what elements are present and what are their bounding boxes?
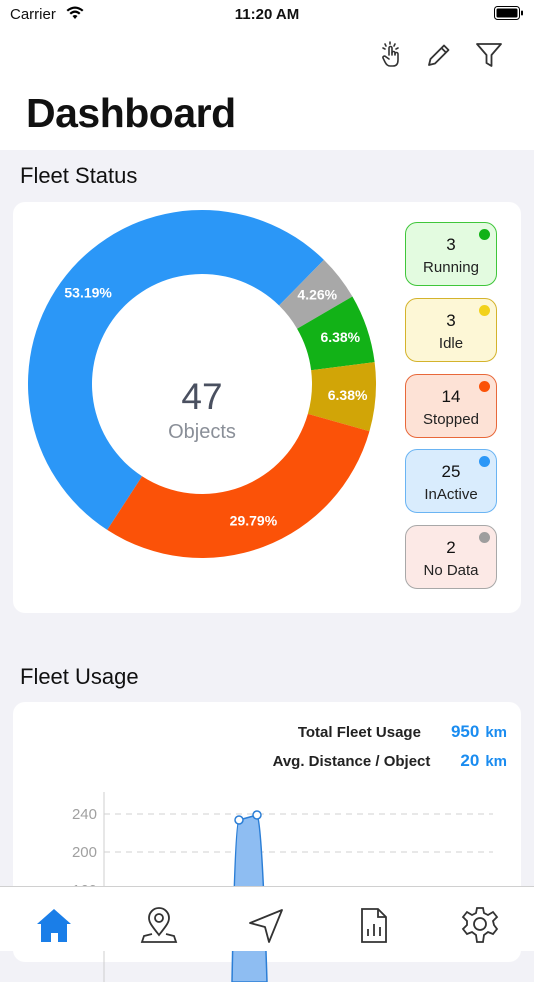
slice-label-idle: 6.38% [328,387,368,403]
settings-icon[interactable] [460,905,500,945]
avg-distance-unit: km [485,753,507,770]
clock-time: 11:20 AM [234,6,300,23]
usage-point [252,810,262,820]
center-label: Objects [168,421,236,443]
legend-inactive[interactable]: 25 InActive [405,449,497,513]
total-fleet-usage-unit: km [485,724,507,741]
slice-label-inactive: 53.19% [64,285,112,301]
center-count: 47 [181,376,222,417]
fleet-status-donut-chart[interactable]: 53.19% 4.26% 6.38% 6.38% 29.79% 47 Objects [13,202,393,613]
total-fleet-usage-row: Total Fleet Usage 950 km [298,722,507,742]
usage-point [234,815,244,825]
stopped-label: Stopped [423,411,479,428]
avg-distance-row: Avg. Distance / Object 20 km [273,751,507,771]
total-fleet-usage-label: Total Fleet Usage [297,724,421,741]
legend-idle[interactable]: 3 Idle [405,298,497,362]
stopped-dot-icon [479,381,490,392]
idle-label: Idle [438,335,464,352]
running-label: Running [423,259,479,276]
home-icon[interactable] [34,905,74,945]
legend-running[interactable]: 3 Running [405,222,497,286]
battery-icon [494,6,523,20]
slice-label-stopped: 29.79% [230,513,278,529]
pencil-icon[interactable] [424,40,454,70]
donut-slice-stopped[interactable] [107,413,370,558]
tap-gesture-icon[interactable] [376,40,406,70]
legend-no-data[interactable]: 2 No Data [405,525,497,589]
running-dot-icon [479,229,490,240]
legend-stopped[interactable]: 14 Stopped [405,374,497,438]
no-data-dot-icon [479,532,490,543]
avg-distance-label: Avg. Distance / Object [272,753,431,770]
avg-distance-value: 20 [460,751,480,770]
no-data-label: No Data [423,562,479,579]
status-bar: Carrier 11:20 AM [0,0,534,30]
fleet-status-card: 53.19% 4.26% 6.38% 6.38% 29.79% 47 Objects 3… [13,202,521,613]
report-icon[interactable] [354,905,394,945]
page-title: Dashboard [26,90,236,136]
tab-bar [0,886,534,951]
y-tick-200: 200 [72,844,97,861]
idle-dot-icon [479,305,490,316]
navigation-arrow-icon[interactable] [246,905,286,945]
slice-label-no-data: 4.26% [297,286,337,302]
inactive-dot-icon [479,456,490,467]
total-fleet-usage-value: 950 [450,722,480,741]
fleet-usage-title: Fleet Usage [20,664,139,689]
header: Dashboard [0,30,534,150]
y-tick-240: 240 [72,806,97,823]
slice-label-running: 6.38% [320,329,360,345]
fleet-status-title: Fleet Status [20,163,138,188]
inactive-label: InActive [424,486,478,503]
fleet-usage-chart[interactable]: 240 200 160 [13,782,521,982]
filter-icon[interactable] [474,40,504,70]
location-pin-icon[interactable] [139,905,179,945]
